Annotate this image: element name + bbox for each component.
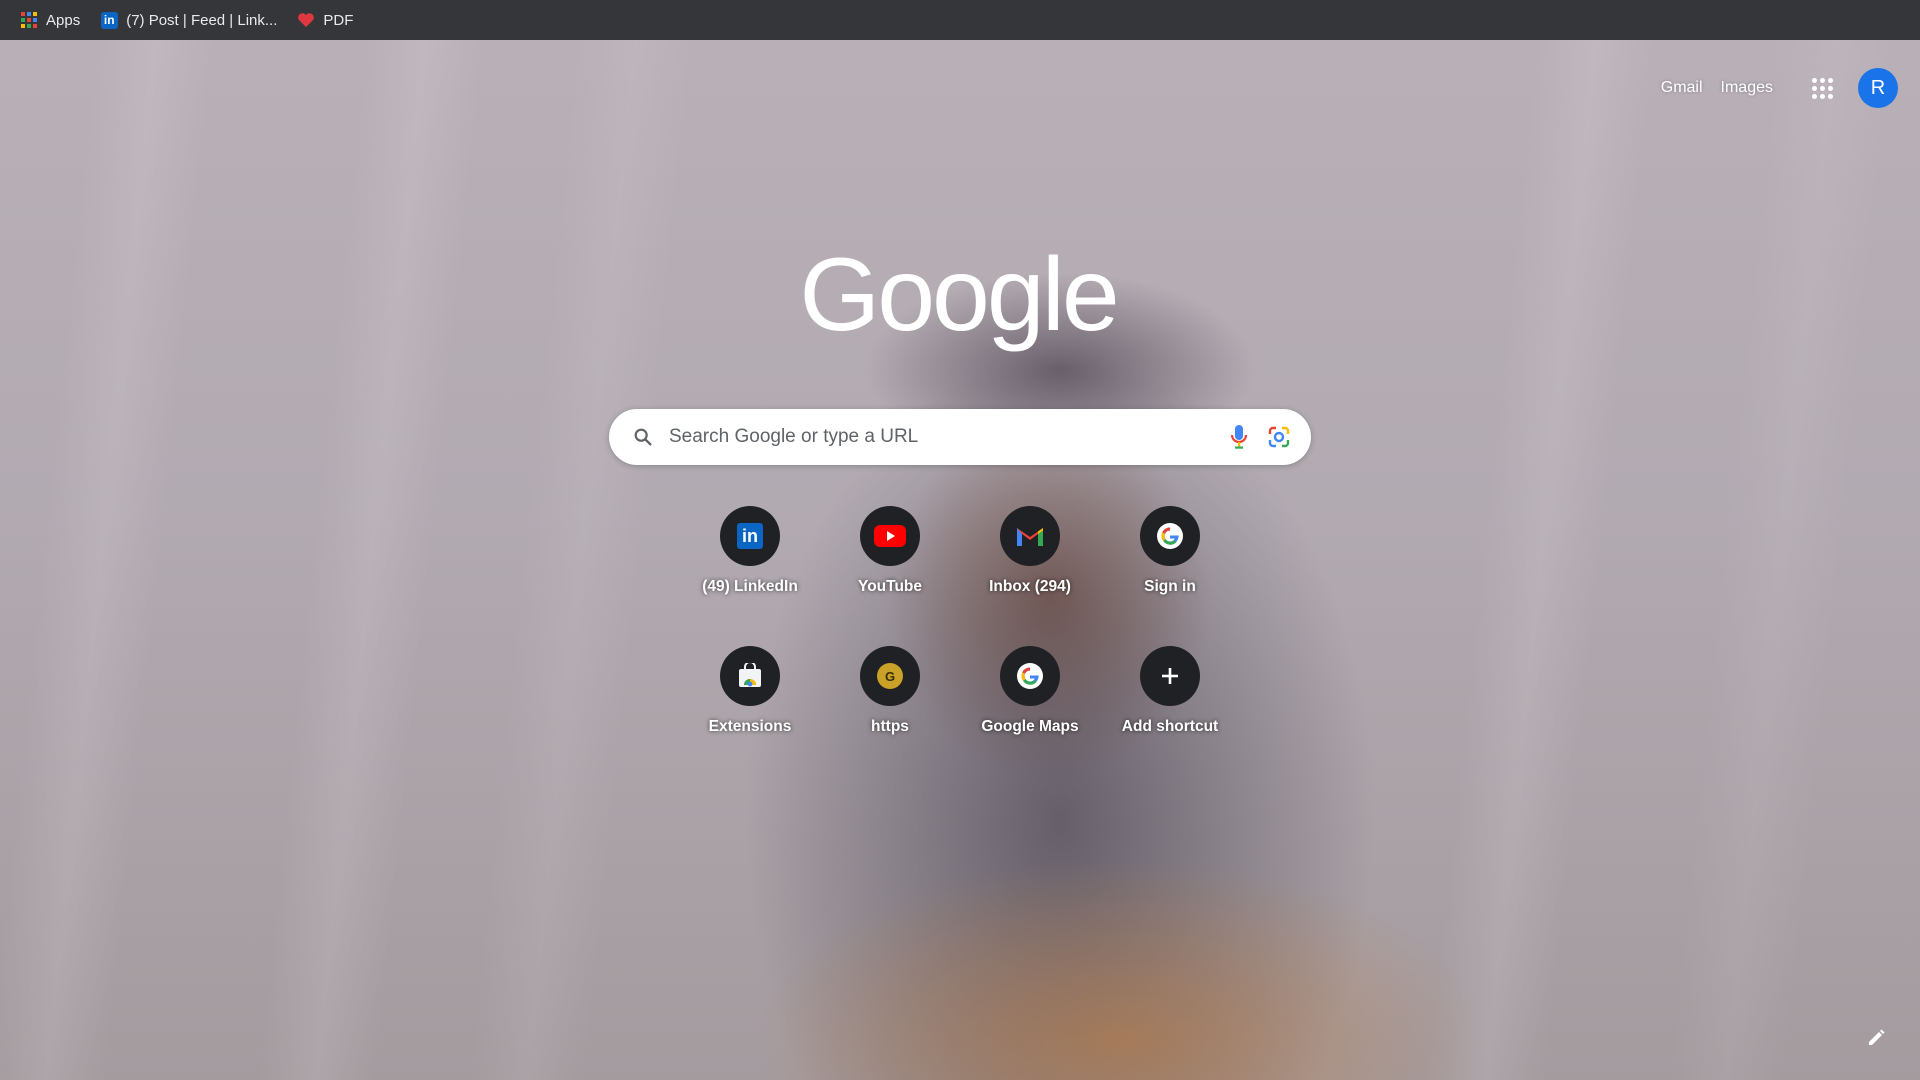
- shortcut-label: (49) LinkedIn: [702, 578, 798, 595]
- bookmark-linkedin-feed[interactable]: in (7) Post | Feed | Link...: [96, 6, 287, 34]
- badge-letter: G: [877, 663, 903, 689]
- account-avatar[interactable]: R: [1858, 68, 1898, 108]
- shortcut-youtube[interactable]: YouTube: [820, 496, 960, 610]
- search-input[interactable]: [669, 426, 1219, 448]
- google-icon: [1140, 506, 1200, 566]
- bookmark-label: (7) Post | Feed | Link...: [126, 11, 278, 29]
- gmail-icon: [1000, 506, 1060, 566]
- apps-grid-icon: [1811, 77, 1833, 99]
- top-right-links: Gmail Images R: [1652, 66, 1898, 110]
- plus-icon: [1140, 646, 1200, 706]
- shortcut-label: Add shortcut: [1121, 718, 1219, 735]
- shortcuts-grid: in (49) LinkedIn YouTube Inbox (294) Sig…: [680, 496, 1240, 750]
- customize-button[interactable]: [1860, 1022, 1892, 1054]
- chrome-web-store-icon: [720, 646, 780, 706]
- linkedin-icon: in: [720, 506, 780, 566]
- images-link[interactable]: Images: [1712, 79, 1782, 97]
- google-lens-button[interactable]: [1259, 417, 1299, 457]
- shortcut-label: YouTube: [858, 578, 922, 595]
- shortcut-sign-in[interactable]: Sign in: [1100, 496, 1240, 610]
- shortcut-linkedin[interactable]: in (49) LinkedIn: [680, 496, 820, 610]
- bookmark-label: Apps: [46, 11, 81, 29]
- shortcut-google-maps[interactable]: Google Maps: [960, 636, 1100, 750]
- shortcut-add[interactable]: Add shortcut: [1100, 636, 1240, 750]
- shortcut-label: Sign in: [1144, 578, 1196, 595]
- google-icon: [1000, 646, 1060, 706]
- shortcut-https[interactable]: G https: [820, 636, 960, 750]
- shortcut-extensions[interactable]: Extensions: [680, 636, 820, 750]
- microphone-icon: [1230, 425, 1248, 449]
- search-icon: [631, 425, 655, 449]
- bookmark-apps[interactable]: Apps: [16, 6, 90, 34]
- heart-icon: [297, 11, 315, 29]
- linkedin-icon: in: [100, 11, 118, 29]
- shortcut-label: Inbox (294): [989, 578, 1071, 595]
- bookmark-pdf[interactable]: PDF: [293, 6, 363, 34]
- google-logo-text: Google: [799, 237, 1116, 353]
- shortcut-gmail-inbox[interactable]: Inbox (294): [960, 496, 1100, 610]
- apps-grid-icon: [20, 11, 38, 29]
- bookmark-label: PDF: [323, 11, 354, 29]
- youtube-icon: [860, 506, 920, 566]
- shortcut-label: Extensions: [708, 718, 792, 735]
- google-lens-icon: [1268, 426, 1290, 448]
- google-logo: Google: [799, 237, 1119, 353]
- gmail-link[interactable]: Gmail: [1652, 79, 1712, 97]
- search-box[interactable]: [609, 409, 1311, 465]
- shortcut-label: https: [871, 718, 909, 735]
- google-apps-button[interactable]: [1800, 66, 1844, 110]
- bookmarks-bar: Apps in (7) Post | Feed | Link... PDF: [0, 0, 1920, 40]
- shortcut-label: Google Maps: [981, 718, 1079, 735]
- voice-search-button[interactable]: [1219, 417, 1259, 457]
- generic-g-icon: G: [860, 646, 920, 706]
- pencil-icon: [1869, 1029, 1885, 1045]
